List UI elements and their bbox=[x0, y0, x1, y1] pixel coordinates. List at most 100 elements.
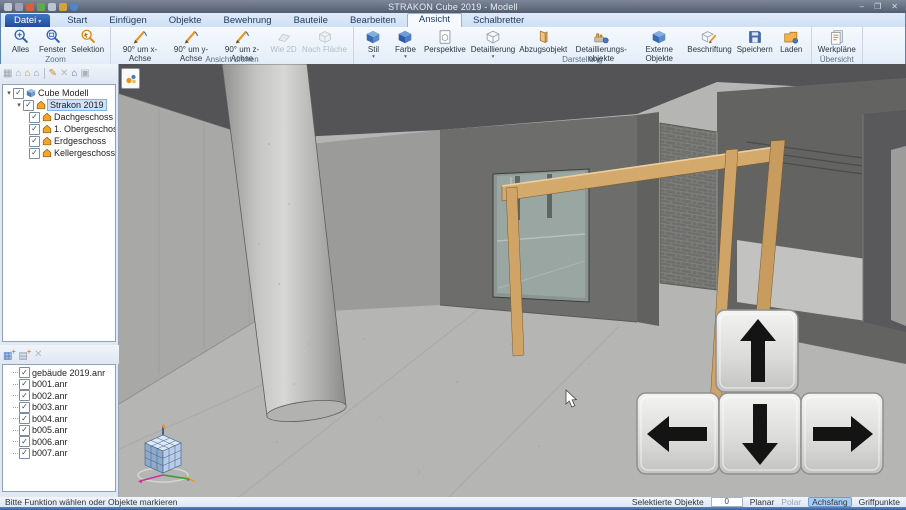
delete-icon[interactable]: ✕ bbox=[34, 349, 42, 360]
mode-planar[interactable]: Planar bbox=[750, 497, 775, 507]
ribbon-group-darstellung: Stil ▾ Farbe ▾ Perspektive Detaillierung… bbox=[354, 27, 812, 64]
expander-icon[interactable]: ▾ bbox=[15, 101, 23, 109]
rotate-y-icon bbox=[184, 30, 198, 44]
pan-right-key[interactable] bbox=[800, 392, 884, 475]
checkbox-checked-icon[interactable] bbox=[29, 147, 40, 159]
settings-icon[interactable]: ▣ bbox=[80, 68, 89, 79]
tab-einfuegen[interactable]: Einfügen bbox=[98, 14, 158, 27]
detaillierung-button[interactable]: Detaillierung ▾ bbox=[469, 28, 517, 59]
ribbon: Alles Fenster Selektion Zoom 90° um x-Ac… bbox=[1, 27, 905, 65]
file-list-item[interactable]: b005.anr bbox=[3, 424, 115, 437]
beschriftung-button[interactable]: Beschriftung bbox=[685, 28, 733, 55]
pan-up-key[interactable] bbox=[715, 309, 799, 393]
zoom-window-icon bbox=[46, 29, 60, 43]
tree-item-obergeschoss[interactable]: 1. Obergeschoss bbox=[3, 123, 115, 135]
perspective-icon bbox=[439, 30, 451, 44]
checkbox-checked-icon[interactable] bbox=[19, 436, 30, 448]
checkbox-checked-icon[interactable] bbox=[29, 123, 40, 135]
tab-ansicht[interactable]: Ansicht bbox=[406, 13, 463, 27]
checkbox-checked-icon[interactable] bbox=[19, 401, 30, 413]
minimize-button[interactable]: – bbox=[860, 0, 864, 13]
toolbar-separator bbox=[43, 68, 45, 79]
mode-polar[interactable]: Polar bbox=[781, 497, 801, 507]
checkbox-checked-icon[interactable] bbox=[29, 111, 40, 123]
far-right-wall bbox=[891, 146, 906, 326]
rotate-x-icon bbox=[133, 30, 147, 44]
tab-bewehrung[interactable]: Bewehrung bbox=[213, 14, 283, 27]
subtract-object-icon bbox=[540, 30, 548, 44]
tab-schalbretter[interactable]: Schalbretter bbox=[462, 14, 535, 27]
file-list-item[interactable]: b004.anr bbox=[3, 413, 115, 425]
model-3d-scene bbox=[118, 63, 906, 498]
tree-item-cube-modell[interactable]: ▾ Cube Modell bbox=[3, 87, 115, 99]
viewport-options-button[interactable] bbox=[121, 68, 140, 89]
floor-icon bbox=[42, 112, 52, 122]
checkbox-checked-icon[interactable] bbox=[19, 390, 30, 402]
house-icon[interactable]: ⌂ bbox=[34, 68, 40, 79]
house-refresh-icon[interactable]: ⌂ bbox=[71, 68, 77, 79]
selected-objects-count: 0 bbox=[710, 497, 743, 507]
zoom-fenster-button[interactable]: Fenster bbox=[37, 28, 68, 55]
checkbox-checked-icon[interactable] bbox=[29, 135, 40, 147]
rotate-z-icon bbox=[235, 30, 249, 44]
file-list-item[interactable]: b007.anr bbox=[3, 447, 115, 460]
checkbox-checked-icon[interactable] bbox=[19, 447, 30, 459]
pan-left-key[interactable] bbox=[636, 392, 720, 475]
zoom-selektion-button[interactable]: Selektion bbox=[69, 28, 106, 55]
mode-achsfang[interactable]: Achsfang bbox=[808, 497, 852, 507]
project-panel: ▦ ⌂ ⌂ ⌂ ✎ ✕ ⌂ ▣ ▾ Cube Modell bbox=[0, 64, 122, 497]
tab-bauteile[interactable]: Bauteile bbox=[283, 14, 339, 27]
zoom-alles-button[interactable]: Alles bbox=[5, 28, 36, 55]
laden-button[interactable]: Laden bbox=[776, 28, 807, 55]
model-viewport[interactable] bbox=[118, 63, 906, 498]
tree-item-strakon-2019[interactable]: ▾ Strakon 2019 bbox=[3, 99, 115, 111]
tab-datei[interactable]: Datei ▾ bbox=[5, 14, 51, 27]
mode-griffpunkte[interactable]: Griffpunkte bbox=[859, 497, 900, 507]
project-toolbar: ▦ ⌂ ⌂ ⌂ ✎ ✕ ⌂ ▣ bbox=[0, 64, 118, 83]
file-list-item[interactable]: b006.anr bbox=[3, 436, 115, 448]
maximize-button[interactable]: ❐ bbox=[874, 0, 881, 13]
checkbox-checked-icon[interactable] bbox=[19, 367, 30, 379]
pan-down-key[interactable] bbox=[718, 392, 802, 475]
file-list-item[interactable]: b002.anr bbox=[3, 390, 115, 402]
checkbox-checked-icon[interactable] bbox=[19, 378, 30, 390]
tab-start[interactable]: Start bbox=[56, 14, 98, 27]
stil-button[interactable]: Stil ▾ bbox=[358, 28, 389, 59]
rotate-wie2d-button[interactable]: Wie 2D bbox=[268, 28, 299, 55]
tree-item-erdgeschoss[interactable]: Erdgeschoss bbox=[3, 135, 115, 147]
tab-bearbeiten[interactable]: Bearbeiten bbox=[339, 14, 407, 27]
file-list-item[interactable]: gebäude 2019.anr bbox=[3, 367, 115, 379]
file-list-item[interactable]: b003.anr bbox=[3, 401, 115, 414]
tree-item-dachgeschoss[interactable]: Dachgeschoss bbox=[3, 111, 115, 123]
file-list-item[interactable]: b001.anr bbox=[3, 378, 115, 391]
checkbox-checked-icon[interactable] bbox=[13, 87, 24, 99]
speichern-button[interactable]: Speichern bbox=[735, 28, 775, 55]
floor-icon bbox=[42, 148, 52, 158]
add-model-icon[interactable]: ▦+ bbox=[3, 348, 16, 361]
abzugsobjekt-button[interactable]: Abzugsobjekt bbox=[518, 28, 568, 55]
tree-item-kellergeschoss[interactable]: Kellergeschoss bbox=[3, 147, 115, 159]
ribbon-group-ansicht-drehen: 90° um x-Achse 90° um y-Achse 90° um z-A… bbox=[111, 27, 354, 64]
farbe-button[interactable]: Farbe ▾ bbox=[390, 28, 421, 59]
edit-pencil-icon[interactable]: ✎ bbox=[49, 68, 57, 79]
checkbox-checked-icon[interactable] bbox=[19, 424, 30, 436]
zoom-all-icon bbox=[13, 29, 28, 43]
chevron-down-icon: ▾ bbox=[38, 19, 42, 25]
werkplaene-button[interactable]: Werkpläne bbox=[816, 28, 858, 55]
expander-icon[interactable]: ▾ bbox=[5, 89, 13, 97]
add-reference-icon[interactable]: ▤+ bbox=[19, 348, 32, 361]
close-button[interactable]: ✕ bbox=[891, 0, 898, 13]
checkbox-checked-icon[interactable] bbox=[19, 413, 30, 425]
perspektive-button[interactable]: Perspektive bbox=[422, 28, 468, 55]
rotate-flaeche-button[interactable]: Nach Fläche bbox=[300, 28, 349, 55]
buildings-icon[interactable]: ▦ bbox=[3, 68, 12, 79]
tab-objekte[interactable]: Objekte bbox=[158, 14, 213, 27]
annotation-icon bbox=[701, 31, 717, 44]
checkbox-checked-icon[interactable] bbox=[23, 99, 34, 111]
house-up-icon[interactable]: ⌂ bbox=[15, 68, 21, 79]
building-icon bbox=[36, 100, 46, 110]
ribbon-group-zoom: Alles Fenster Selektion Zoom bbox=[1, 27, 112, 64]
workplans-icon bbox=[830, 30, 843, 45]
delete-icon[interactable]: ✕ bbox=[60, 68, 68, 79]
active-house-icon[interactable]: ⌂ bbox=[25, 68, 31, 79]
